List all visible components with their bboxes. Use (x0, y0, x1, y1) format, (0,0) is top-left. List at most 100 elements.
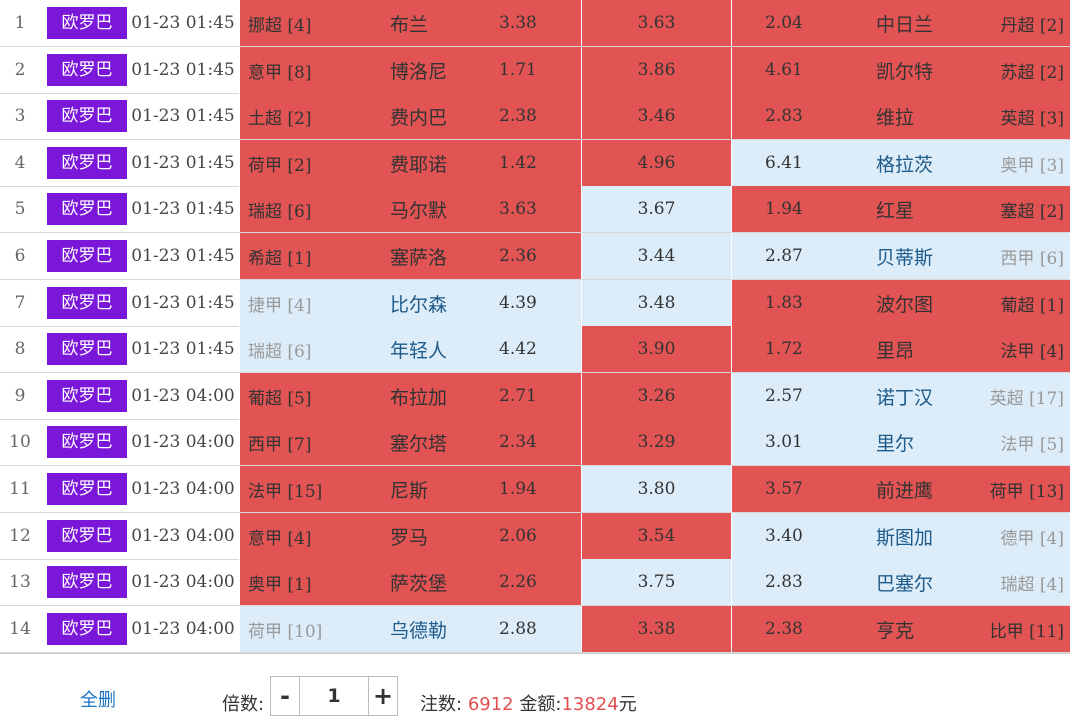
draw-option[interactable]: 3.90 (581, 326, 731, 372)
draw-option[interactable]: 3.48 (581, 280, 731, 326)
league-badge: 欧罗巴 (47, 606, 127, 652)
home-win-option[interactable]: 葡超 [5] 布拉加 2.71 (239, 373, 581, 419)
home-win-option[interactable]: 捷甲 [4] 比尔森 4.39 (239, 280, 581, 326)
away-rank: 英超 [17] (989, 388, 1064, 409)
home-win-option[interactable]: 土超 [2] 费内巴 2.38 (239, 93, 581, 139)
clear-all-button[interactable]: 全删 (80, 686, 116, 712)
home-team: 马尔默 (390, 199, 448, 222)
league-label: 欧罗巴 (47, 613, 127, 645)
increase-button[interactable]: + (368, 677, 397, 715)
away-win-option[interactable]: 3.01 里尔 法甲 [5] (731, 419, 1070, 465)
away-win-option[interactable]: 2.83 维拉 英超 [3] (731, 93, 1070, 139)
home-team: 费内巴 (390, 106, 448, 129)
match-row: 13 欧罗巴 01-23 04:00 奥甲 [1] 萨茨堡 2.26 3.75 2.83 巴塞尔… (0, 559, 1070, 606)
home-win-option[interactable]: 希超 [1] 塞萨洛 2.36 (239, 233, 581, 279)
multiplier-label: 倍数: (222, 694, 265, 715)
home-win-option[interactable]: 奥甲 [1] 萨茨堡 2.26 (239, 559, 581, 605)
draw-odd: 3.46 (637, 106, 676, 126)
away-odd: 1.94 (765, 199, 803, 219)
decrease-button[interactable]: - (271, 677, 300, 715)
row-number: 14 (9, 619, 31, 639)
away-team: 贝蒂斯 (876, 246, 934, 269)
multiplier-input[interactable]: 1 (300, 677, 368, 715)
away-win-option[interactable]: 2.04 中日兰 丹超 [2] (731, 0, 1070, 46)
draw-option[interactable]: 3.26 (581, 373, 731, 419)
away-win-option[interactable]: 6.41 格拉茨 奥甲 [3] (731, 140, 1070, 186)
league-label: 欧罗巴 (47, 426, 127, 458)
away-win-option[interactable]: 2.38 亨克 比甲 [11] (731, 606, 1070, 652)
match-time: 01-23 04:00 (131, 526, 235, 546)
home-odd: 1.94 (499, 479, 537, 499)
draw-option[interactable]: 3.75 (581, 559, 731, 605)
league-badge: 欧罗巴 (47, 280, 127, 326)
draw-option[interactable]: 3.80 (581, 466, 731, 512)
draw-option[interactable]: 4.96 (581, 140, 731, 186)
home-rank: 奥甲 [1] (248, 574, 312, 595)
draw-option[interactable]: 3.44 (581, 233, 731, 279)
draw-odd: 3.26 (637, 386, 676, 406)
home-rank: 瑞超 [6] (248, 341, 312, 362)
away-rank: 德甲 [4] (1000, 528, 1064, 549)
league-label: 欧罗巴 (47, 193, 127, 225)
draw-option[interactable]: 3.38 (581, 606, 731, 652)
home-rank: 意甲 [8] (248, 62, 312, 83)
away-win-option[interactable]: 1.83 波尔图 葡超 [1] (731, 280, 1070, 326)
match-row: 12 欧罗巴 01-23 04:00 意甲 [4] 罗马 2.06 3.54 3.40 斯图加 德… (0, 513, 1070, 560)
away-odd: 3.57 (765, 479, 803, 499)
away-win-option[interactable]: 4.61 凯尔特 苏超 [2] (731, 47, 1070, 93)
draw-odd: 3.90 (637, 339, 676, 359)
home-odd: 2.36 (499, 246, 537, 266)
draw-option[interactable]: 3.29 (581, 419, 731, 465)
home-win-option[interactable]: 荷甲 [10] 乌德勒 2.88 (239, 606, 581, 652)
home-win-option[interactable]: 瑞超 [6] 年轻人 4.42 (239, 326, 581, 372)
home-odd: 1.42 (499, 153, 537, 173)
match-row: 14 欧罗巴 01-23 04:00 荷甲 [10] 乌德勒 2.88 3.38 2.38 亨克… (0, 606, 1070, 653)
away-win-option[interactable]: 3.57 前进鹰 荷甲 [13] (731, 466, 1070, 512)
home-team: 比尔森 (390, 293, 448, 316)
home-win-option[interactable]: 意甲 [4] 罗马 2.06 (239, 513, 581, 559)
away-rank: 比甲 [11] (989, 621, 1064, 642)
league-label: 欧罗巴 (47, 333, 127, 365)
home-rank: 西甲 [7] (248, 434, 312, 455)
match-row: 4 欧罗巴 01-23 01:45 荷甲 [2] 费耶诺 1.42 4.96 6.41 格拉茨 奥… (0, 140, 1070, 187)
away-win-option[interactable]: 1.72 里昂 法甲 [4] (731, 326, 1070, 372)
row-number: 5 (14, 199, 26, 219)
home-win-option[interactable]: 意甲 [8] 博洛尼 1.71 (239, 47, 581, 93)
home-rank: 瑞超 [6] (248, 201, 312, 222)
away-win-option[interactable]: 3.40 斯图加 德甲 [4] (731, 513, 1070, 559)
league-label: 欧罗巴 (47, 100, 127, 132)
draw-option[interactable]: 3.67 (581, 186, 731, 232)
row-number: 11 (9, 479, 31, 499)
home-team: 塞萨洛 (390, 246, 448, 269)
away-odd: 3.01 (765, 432, 803, 452)
draw-option[interactable]: 3.46 (581, 93, 731, 139)
away-rank: 英超 [3] (1000, 108, 1064, 129)
draw-option[interactable]: 3.63 (581, 0, 731, 46)
home-win-option[interactable]: 瑞超 [6] 马尔默 3.63 (239, 186, 581, 232)
away-win-option[interactable]: 2.83 巴塞尔 瑞超 [4] (731, 559, 1070, 605)
league-label: 欧罗巴 (47, 520, 127, 552)
draw-option[interactable]: 3.86 (581, 47, 731, 93)
away-team: 亨克 (876, 619, 915, 642)
draw-option[interactable]: 3.54 (581, 513, 731, 559)
match-time: 01-23 01:45 (131, 339, 235, 359)
away-team: 红星 (876, 199, 915, 222)
away-win-option[interactable]: 2.87 贝蒂斯 西甲 [6] (731, 233, 1070, 279)
away-win-option[interactable]: 2.57 诺丁汉 英超 [17] (731, 373, 1070, 419)
home-rank: 捷甲 [4] (248, 295, 312, 316)
home-odd: 2.34 (499, 432, 537, 452)
draw-odd: 3.86 (637, 60, 676, 80)
home-win-option[interactable]: 西甲 [7] 塞尔塔 2.34 (239, 419, 581, 465)
home-win-option[interactable]: 荷甲 [2] 费耶诺 1.42 (239, 140, 581, 186)
home-win-option[interactable]: 法甲 [15] 尼斯 1.94 (239, 466, 581, 512)
away-rank: 葡超 [1] (1000, 295, 1064, 316)
match-time: 01-23 04:00 (131, 386, 235, 406)
home-rank: 意甲 [4] (248, 528, 312, 549)
away-odd: 2.87 (765, 246, 803, 266)
away-win-option[interactable]: 1.94 红星 塞超 [2] (731, 186, 1070, 232)
home-win-option[interactable]: 挪超 [4] 布兰 3.38 (239, 0, 581, 46)
league-label: 欧罗巴 (47, 380, 127, 412)
home-odd: 4.39 (499, 293, 537, 313)
away-odd: 2.83 (765, 572, 803, 592)
match-time: 01-23 01:45 (131, 246, 235, 266)
